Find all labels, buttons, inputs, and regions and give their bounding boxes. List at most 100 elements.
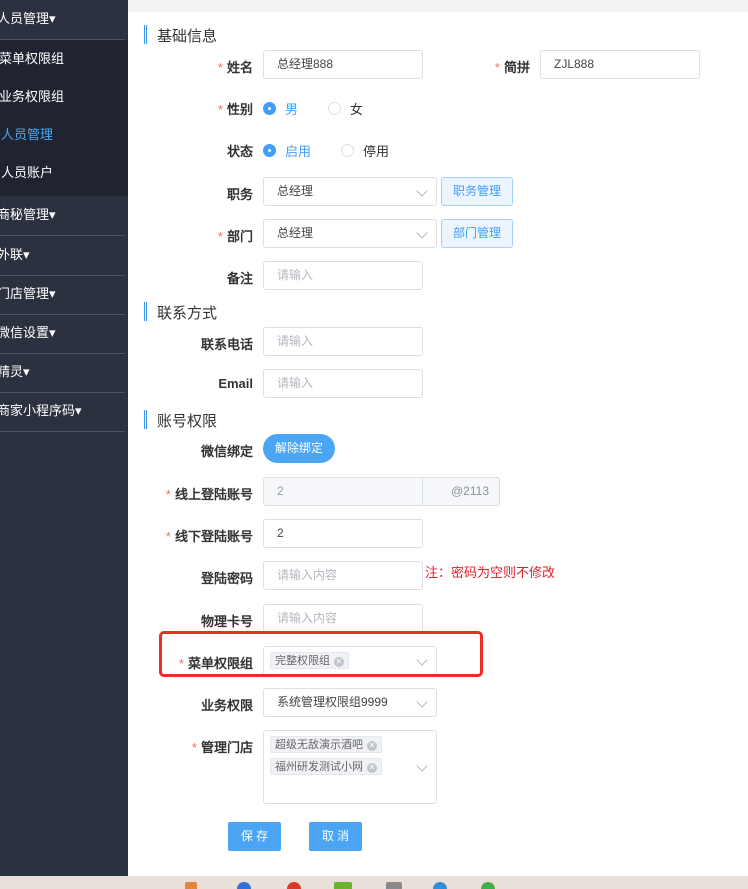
sidebar-item-label: 人员管理 — [1, 127, 54, 142]
sidebar-group-label: 人员管理▾ — [0, 11, 56, 26]
taskbar-app-icon[interactable] — [287, 882, 301, 889]
position-label: 职务 — [168, 184, 253, 203]
close-icon[interactable]: ✕ — [367, 741, 377, 751]
cancel-button[interactable]: 取 消 — [309, 822, 362, 851]
sidebar-item-business-permission[interactable]: 业务权限组 — [0, 78, 127, 116]
label-text: 业务权限 — [200, 698, 253, 713]
dept-select[interactable]: 总经理 — [263, 219, 437, 248]
required-mark: * — [165, 529, 171, 544]
tag-label: 超级无敌演示酒吧 — [275, 739, 363, 751]
save-button[interactable]: 保 存 — [228, 822, 281, 851]
password-input[interactable]: 请输入内容 — [263, 561, 423, 590]
section-title-text: 账号权限 — [157, 413, 218, 430]
sidebar-group-secretary[interactable]: 商秘管理▾ — [0, 196, 125, 236]
label-text: 状态 — [226, 144, 253, 159]
select-value: 系统管理权限组9999 — [277, 695, 388, 709]
sidebar-group-genie[interactable]: 精灵▾ — [0, 353, 125, 393]
name-input[interactable]: 总经理888 — [263, 50, 423, 79]
sidebar-group-label: 门店管理▾ — [0, 286, 56, 301]
dept-label: * 部门 — [168, 226, 253, 245]
taskbar-app-icon[interactable] — [185, 882, 197, 889]
email-label: Email — [168, 376, 253, 391]
gender-male-radio[interactable]: 男 — [263, 99, 298, 118]
section-title-text: 联系方式 — [157, 305, 218, 322]
sidebar-item-label: 业务权限组 — [0, 89, 65, 104]
label-text: 线上登陆账号 — [174, 487, 253, 502]
email-input[interactable]: 请输入 — [263, 369, 423, 398]
top-strip — [128, 0, 748, 12]
sidebar-group-label: 微信设置▾ — [0, 325, 56, 340]
chevron-down-icon — [416, 696, 428, 708]
remark-input[interactable]: 请输入 — [263, 261, 423, 290]
section-title-contact: 联系方式 — [144, 302, 218, 323]
dept-manage-button[interactable]: 部门管理 — [441, 219, 513, 248]
input-placeholder: 请输入 — [277, 268, 314, 282]
label-text: 联系电话 — [200, 337, 253, 352]
close-icon[interactable]: ✕ — [367, 763, 377, 773]
label-text: 线下登陆账号 — [174, 529, 253, 544]
position-select[interactable]: 总经理 — [263, 177, 437, 206]
sidebar-group-label: 外联▾ — [0, 247, 30, 262]
password-label: 登陆密码 — [168, 568, 253, 587]
phone-input[interactable]: 请输入 — [263, 327, 423, 356]
sidebar-item-personnel-account[interactable]: 人员账户 — [1, 154, 128, 192]
card-input[interactable]: 请输入内容 — [263, 604, 423, 633]
label-text: 备注 — [226, 271, 253, 286]
sidebar-group-label: 精灵▾ — [0, 364, 30, 379]
business-permission-label: 业务权限 — [168, 695, 253, 714]
section-bar — [144, 25, 147, 44]
main-content: 基础信息 * 姓名 总经理888 * 简拼 ZJL888 * 性别 男 女 状态 启用… — [128, 0, 748, 876]
stores-select[interactable]: 超级无敌演示酒吧 ✕ 福州研发测试小网 ✕ — [263, 730, 437, 804]
sidebar: 人员管理▾ 菜单权限组 业务权限组 人员管理 人员账户 商秘管理▾ 外联▾ 门店… — [0, 0, 128, 876]
radio-dot — [263, 102, 276, 115]
input-value: 总经理888 — [277, 57, 334, 71]
radio-label: 启用 — [285, 144, 312, 159]
sidebar-group-wechat[interactable]: 微信设置▾ — [0, 314, 125, 354]
gender-female-radio[interactable]: 女 — [328, 99, 363, 118]
taskbar — [0, 876, 748, 889]
unbind-wechat-button[interactable]: 解除绑定 — [263, 434, 335, 463]
label-text: 简拼 — [503, 60, 530, 75]
section-bar — [144, 302, 147, 321]
position-manage-button[interactable]: 职务管理 — [441, 177, 513, 206]
status-enabled-radio[interactable]: 启用 — [263, 141, 311, 160]
sidebar-group-label: 商家小程序码▾ — [0, 403, 82, 418]
taskbar-app-icon[interactable] — [386, 882, 402, 889]
required-mark: * — [494, 60, 500, 75]
sidebar-group-miniprogram[interactable]: 商家小程序码▾ — [0, 392, 125, 432]
input-placeholder: 请输入 — [277, 334, 314, 348]
input-placeholder: 请输入内容 — [277, 611, 338, 625]
input-value: 2 — [277, 484, 284, 498]
chevron-down-icon — [416, 227, 428, 239]
offline-account-label: * 线下登陆账号 — [158, 526, 253, 545]
highlight-box — [159, 631, 483, 677]
sidebar-item-label: 菜单权限组 — [0, 51, 65, 66]
offline-account-input[interactable]: 2 — [263, 519, 423, 548]
sidebar-group-stores[interactable]: 门店管理▾ — [0, 275, 125, 315]
taskbar-app-icon[interactable] — [481, 882, 495, 889]
status-disabled-radio[interactable]: 停用 — [341, 141, 389, 160]
business-permission-select[interactable]: 系统管理权限组9999 — [263, 688, 437, 717]
taskbar-app-icon[interactable] — [334, 882, 352, 889]
required-mark: * — [217, 60, 223, 75]
taskbar-app-icon[interactable] — [237, 882, 251, 889]
pinyin-input[interactable]: ZJL888 — [540, 50, 700, 79]
label-text: 职务 — [226, 187, 253, 202]
required-mark: * — [217, 102, 223, 117]
radio-label: 女 — [350, 102, 364, 117]
status-label: 状态 — [168, 141, 253, 160]
sidebar-group-outreach[interactable]: 外联▾ — [0, 236, 125, 276]
online-account-label: * 线上登陆账号 — [158, 484, 253, 503]
taskbar-app-icon[interactable] — [433, 882, 447, 889]
radio-dot — [263, 144, 276, 157]
sidebar-item-personnel-management[interactable]: 人员管理 — [1, 116, 128, 154]
button-label: 取 消 — [321, 829, 350, 843]
input-value: ZJL888 — [554, 57, 595, 71]
gender-label: * 性别 — [168, 99, 253, 118]
sidebar-group-personnel[interactable]: 人员管理▾ — [0, 0, 125, 40]
store-tag: 福州研发测试小网 ✕ — [270, 758, 382, 775]
sidebar-item-menu-permission[interactable]: 菜单权限组 — [0, 40, 127, 78]
sidebar-submenu: 菜单权限组 业务权限组 人员管理 人员账户 — [0, 40, 128, 196]
suffix-text: @2113 — [451, 484, 489, 498]
radio-dot — [341, 144, 354, 157]
